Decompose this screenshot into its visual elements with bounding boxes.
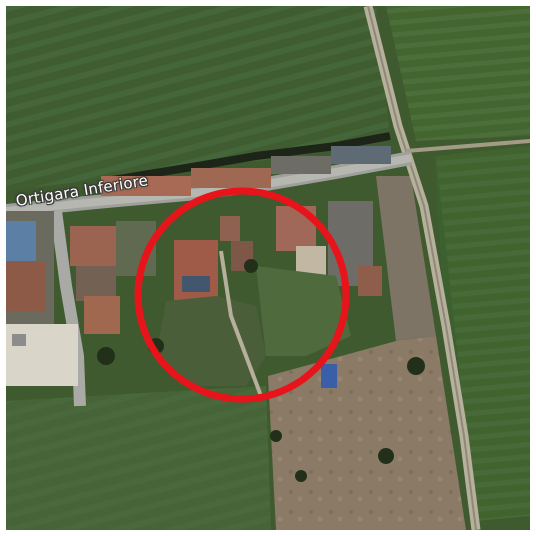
location-marker-circle bbox=[134, 187, 350, 403]
satellite-map[interactable]: Ortigara Inferiore bbox=[6, 6, 530, 530]
location-marker-layer bbox=[134, 187, 350, 403]
map-frame: Ortigara Inferiore bbox=[0, 0, 536, 536]
